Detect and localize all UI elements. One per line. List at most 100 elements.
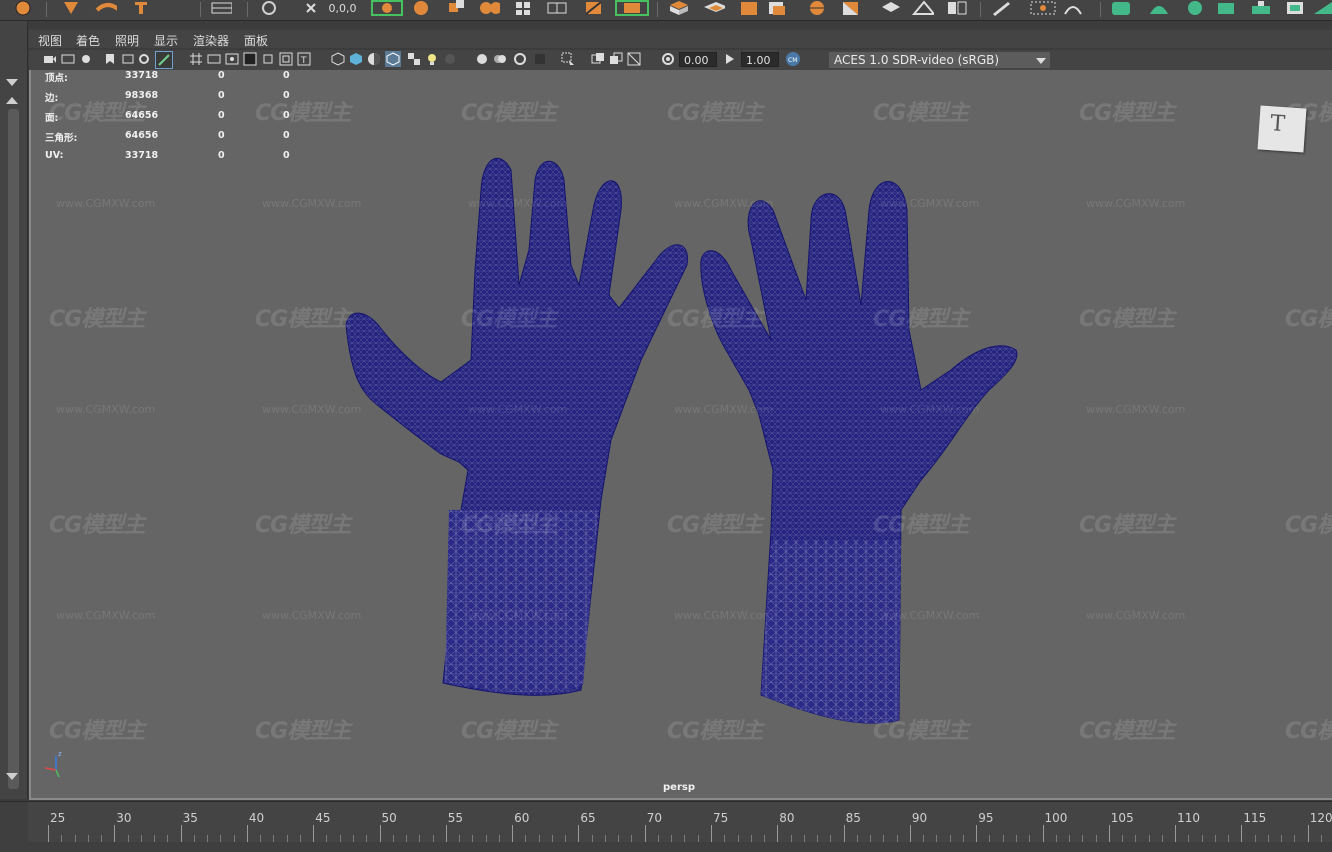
anti-aliasing-icon[interactable] [513, 52, 527, 66]
wireframe-icon[interactable] [331, 52, 345, 66]
extrude-icon[interactable] [446, 0, 468, 16]
viewport-persp[interactable]: CG模型主 CG模型主 CG模型主 CG模型主 CG模型主 CG模型主 CG模型… [29, 70, 1332, 800]
timeline-major-tick [909, 825, 911, 842]
use-all-lights-icon[interactable] [425, 52, 439, 66]
time-slider[interactable]: 25 30 35 40 45 50 55 60 65 70 75 80 85 90 95 100 105 110 1… [0, 801, 1332, 852]
xray-joints-icon[interactable] [609, 52, 623, 66]
gamma-icon[interactable] [723, 52, 737, 66]
layers-icon[interactable] [766, 0, 788, 16]
2d-pan-zoom-icon[interactable] [138, 52, 152, 66]
shadows-icon[interactable] [443, 52, 457, 66]
snap-icon[interactable] [258, 0, 280, 16]
menu-shading[interactable]: 着色 [76, 32, 100, 49]
timeline-minor-tick [962, 835, 964, 842]
timeline-minor-tick [207, 835, 209, 842]
plane-icon[interactable] [703, 0, 725, 16]
motion-blur-icon[interactable] [493, 52, 507, 66]
menu-panels[interactable]: 面板 [244, 32, 268, 49]
safe-title-icon[interactable]: T [297, 52, 311, 66]
grid-icon[interactable] [512, 0, 534, 16]
sculpt-grab-icon[interactable] [1184, 0, 1206, 16]
depth-of-field-icon[interactable] [533, 52, 547, 66]
uv-editor-icon[interactable] [210, 0, 232, 16]
textured-icon[interactable] [407, 52, 421, 66]
timeline-ruler[interactable]: 25 30 35 40 45 50 55 60 65 70 75 80 85 90 95 100 105 110 1… [28, 802, 1332, 842]
diamond-icon[interactable] [880, 0, 902, 16]
sphere-target-icon[interactable] [806, 0, 828, 16]
cube-orange-icon[interactable] [738, 0, 760, 16]
ambient-occlusion-icon[interactable] [475, 52, 489, 66]
bevel-icon[interactable] [478, 0, 500, 16]
timeline-minor-tick [1201, 835, 1203, 842]
triangle-outline-icon[interactable] [912, 0, 934, 16]
xray-icon[interactable] [591, 52, 605, 66]
color-space-dropdown[interactable]: ACES 1.0 SDR-video (sRGB) [829, 52, 1050, 68]
wireframe-on-shaded-icon[interactable] [385, 51, 401, 67]
zero-transform-label[interactable]: 0,0,0 [325, 0, 360, 16]
timeline-minor-tick [830, 835, 832, 842]
sculpt-smooth-icon[interactable] [1148, 0, 1170, 16]
grid-toggle-icon[interactable] [189, 52, 203, 66]
scroll-down-arrow-icon[interactable] [6, 773, 18, 780]
mirror-icon[interactable] [946, 0, 968, 16]
left-scrollbar[interactable] [8, 109, 19, 789]
cube-icon[interactable] [668, 0, 690, 16]
resolution-gate-icon[interactable] [225, 52, 239, 66]
timeline-minor-tick [923, 835, 925, 842]
timeline-minor-tick [657, 835, 659, 842]
gate-mask-icon[interactable] [243, 52, 257, 66]
pivot-tool-icon[interactable] [130, 0, 152, 16]
wedge-icon[interactable] [840, 0, 862, 16]
sculpt-flatten-icon[interactable] [1250, 0, 1272, 16]
bookmark-icon[interactable] [103, 52, 117, 66]
sculpt-pinch-icon[interactable] [1215, 0, 1237, 16]
timeline-minor-tick [1188, 835, 1190, 842]
sculpt-icon[interactable] [1110, 0, 1132, 16]
default-material-icon[interactable] [367, 52, 381, 66]
camera-bookmark-icon[interactable] [79, 52, 93, 66]
svg-text:CM: CM [788, 57, 797, 64]
move-tool-icon[interactable] [60, 0, 82, 16]
sculpt-knife-icon[interactable] [1312, 0, 1332, 16]
scroll-up-arrow-icon[interactable] [6, 79, 18, 86]
revolve-icon[interactable] [410, 0, 432, 16]
split-icon[interactable] [583, 0, 605, 16]
sculpt-relax-icon[interactable] [1284, 0, 1306, 16]
menu-lighting[interactable]: 照明 [115, 32, 139, 49]
menu-show[interactable]: 显示 [154, 32, 178, 49]
pen-tool-icon[interactable] [990, 0, 1012, 16]
arc-tool-icon[interactable] [1062, 0, 1084, 16]
menu-view[interactable]: 视图 [38, 32, 62, 49]
scroll-top-arrow-icon[interactable] [6, 97, 18, 104]
chevron-down-icon[interactable] [1036, 58, 1046, 64]
bend-deformer-icon[interactable] [95, 0, 117, 16]
multi-cut-icon[interactable] [546, 0, 568, 16]
image-plane-icon[interactable] [121, 52, 135, 66]
view-cube[interactable]: T [1257, 105, 1307, 153]
exposure-icon[interactable] [661, 52, 675, 66]
sphere-icon[interactable] [12, 0, 34, 16]
film-gate-icon[interactable] [207, 52, 221, 66]
safe-action-icon[interactable] [279, 52, 293, 66]
smooth-shade-icon[interactable] [349, 52, 363, 66]
grease-pencil-icon[interactable] [155, 51, 173, 69]
color-management-icon[interactable]: CM [785, 51, 801, 67]
camera-select-icon[interactable] [43, 52, 57, 66]
menu-renderer[interactable]: 渲染器 [193, 32, 229, 49]
xray-components-icon[interactable] [627, 52, 641, 66]
field-chart-icon[interactable] [261, 52, 275, 66]
hud-value: 64656 [125, 130, 159, 141]
hud-value: 0 [283, 70, 290, 81]
isolate-select-icon[interactable] [561, 52, 575, 66]
panel-menu-bar: 视图 着色 照明 显示 渲染器 面板 [29, 30, 1332, 48]
hands-wireframe-model[interactable] [31, 70, 1332, 800]
curve-points-icon[interactable] [1028, 0, 1058, 16]
exposure-field[interactable]: 0.00 [679, 52, 717, 67]
reset-transform-icon[interactable] [300, 0, 322, 16]
camera-attributes-icon[interactable] [61, 52, 75, 66]
combine-icon[interactable] [614, 0, 650, 16]
timeline-minor-tick [671, 835, 673, 842]
bounding-box-icon[interactable] [370, 0, 404, 16]
timeline-minor-tick [538, 835, 540, 842]
gamma-field[interactable]: 1.00 [741, 52, 779, 67]
